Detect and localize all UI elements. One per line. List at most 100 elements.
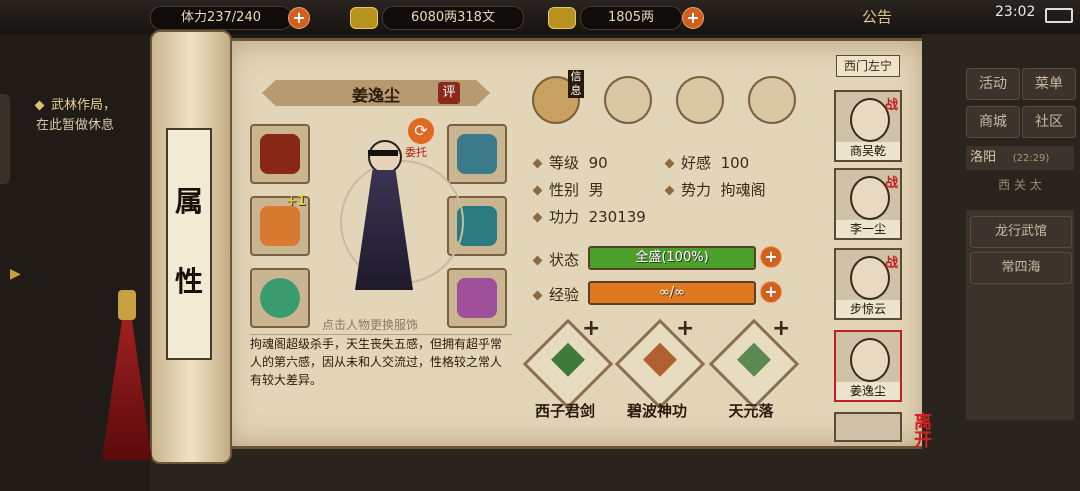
battery-icon xyxy=(1045,8,1073,23)
equip-slot-ring[interactable] xyxy=(250,268,310,328)
skill-2-add-icon[interactable]: + xyxy=(676,316,694,341)
skill-2-name: 碧波神功 xyxy=(626,402,687,420)
bullet-icon xyxy=(664,185,675,196)
skill-1-name: 西子君剑 xyxy=(534,402,595,420)
right-panel: 活动 菜单 商城 社区 洛阳 (22:29) 西 关 太 龙行武馆 常四海 xyxy=(922,34,1080,491)
stamina-display: 体力237/240 xyxy=(150,6,292,30)
skill-1-add-icon[interactable]: + xyxy=(582,316,600,341)
announcement-button[interactable]: 公告 xyxy=(862,6,892,27)
party-member-name: 姜逸尘 xyxy=(836,382,900,400)
battle-badge: 战 xyxy=(884,176,898,191)
character-head[interactable] xyxy=(368,140,402,174)
manual-icon xyxy=(737,342,771,377)
location-display: 洛阳 (22:29) xyxy=(966,146,1074,170)
affinity-value: 100 xyxy=(720,154,750,172)
state-label-row: 状态 xyxy=(532,249,579,270)
clock: 23:02 xyxy=(995,4,1036,20)
change-outfit-hint: 点击人物更换服饰 xyxy=(322,318,419,332)
expand-arrow-icon[interactable]: ▶ xyxy=(10,266,21,282)
equip-slot-accessory[interactable] xyxy=(447,268,507,328)
add-exp-button[interactable]: + xyxy=(760,281,782,303)
avatar xyxy=(850,338,890,382)
bullet-icon xyxy=(532,212,543,223)
entrust-icon[interactable]: ⟳ xyxy=(408,118,434,144)
location-name: 洛阳 xyxy=(970,150,997,165)
leave-button[interactable]: 离开 xyxy=(908,412,934,448)
add-stamina-button[interactable]: + xyxy=(288,7,310,29)
faction-row: 势力 拘魂阁 xyxy=(664,179,766,200)
notice-line-1: 武林作局， xyxy=(34,94,116,113)
affinity-row: 好感 100 xyxy=(664,152,750,173)
add-silver-button[interactable]: + xyxy=(682,7,704,29)
character-description: 拘魂阁超级杀手，天生丧失五感，但拥有超乎常人的第六感，因从未和人交流过，性格较之… xyxy=(250,334,512,395)
places-list: 龙行武馆 常四海 xyxy=(966,210,1074,420)
gender-value: 男 xyxy=(588,181,604,199)
shop-button[interactable]: 商城 xyxy=(966,106,1020,138)
bottom-bar xyxy=(150,446,930,491)
community-button[interactable]: 社区 xyxy=(1022,106,1076,138)
bullet-icon xyxy=(664,158,675,169)
top-bar: 体力237/240 + 6080两318文 1805两 + 公告 23:02 xyxy=(0,0,1080,34)
copper-icon xyxy=(350,7,378,29)
notice-line-2: 在此暂做休息 xyxy=(36,118,115,133)
equip-slot-helmet[interactable] xyxy=(447,124,507,184)
skill-3-add-icon[interactable]: + xyxy=(772,316,790,341)
gender-row: 性别 男 xyxy=(532,179,604,200)
place-item-2[interactable]: 常四海 xyxy=(970,252,1072,284)
bullet-icon xyxy=(532,158,543,169)
party-member-5[interactable] xyxy=(834,412,902,442)
party-member-name: 步惊云 xyxy=(836,300,900,318)
bullet-icon xyxy=(532,185,543,196)
scroll-title-char-1: 属 xyxy=(174,185,203,218)
place-item-1[interactable]: 龙行武馆 xyxy=(970,216,1072,248)
power-row: 功力 230139 xyxy=(532,206,646,227)
party-member-3[interactable]: 战 步惊云 xyxy=(834,248,902,320)
scroll-tab-icon[interactable] xyxy=(604,76,652,124)
blindfold-icon xyxy=(368,150,398,156)
party-member-2[interactable]: 战 李一尘 xyxy=(834,168,902,240)
left-drawer-tab[interactable] xyxy=(0,94,10,184)
region-tabs[interactable]: 西 关 太 xyxy=(966,176,1074,196)
silver-icon xyxy=(548,7,576,29)
level-row: 等级 90 xyxy=(532,152,608,173)
state-value: 全盛(100%) xyxy=(635,250,709,265)
faction-value: 拘魂阁 xyxy=(720,181,766,199)
entrust-label: 委托 xyxy=(405,146,427,159)
exp-bar: ∞/∞ xyxy=(588,281,756,305)
meridian-tab-icon[interactable] xyxy=(748,76,796,124)
location-time: (22:29) xyxy=(1012,153,1050,164)
scroll-title-panel: 属 性 xyxy=(166,128,212,360)
party-member-4[interactable]: 姜逸尘 xyxy=(834,330,902,402)
equip-slot-weapon[interactable]: +1 xyxy=(250,194,310,256)
exp-value: ∞/∞ xyxy=(658,285,686,300)
equip-slot-weapon-wrap[interactable] xyxy=(250,124,310,184)
wrist-guard-icon xyxy=(260,134,300,174)
bagua-tab-icon[interactable] xyxy=(676,76,724,124)
review-button[interactable]: 评 xyxy=(438,82,460,104)
manual-icon xyxy=(551,342,585,377)
dagger-icon xyxy=(260,206,300,246)
battle-badge: 战 xyxy=(884,98,898,113)
state-bar: 全盛(100%) xyxy=(588,246,756,270)
tassel-bead xyxy=(118,290,136,320)
party-member-1[interactable]: 战 商吴乾 xyxy=(834,90,902,162)
helmet-icon xyxy=(457,134,497,174)
scroll-title-char-2: 性 xyxy=(174,265,203,298)
bullet-icon xyxy=(532,255,543,266)
party-member-name: 商吴乾 xyxy=(836,142,900,160)
battle-badge: 战 xyxy=(884,256,898,271)
restore-state-button[interactable]: + xyxy=(760,246,782,268)
pendant-icon xyxy=(457,278,497,318)
level-value: 90 xyxy=(588,154,608,172)
skill-3-name: 天元落 xyxy=(728,402,774,420)
party-member-name: 李一尘 xyxy=(836,220,900,238)
power-value: 230139 xyxy=(588,208,646,226)
info-tab-label: 信息 xyxy=(568,70,584,98)
bullet-icon xyxy=(532,290,543,301)
upgrade-level: +1 xyxy=(286,194,306,209)
jade-ring-icon xyxy=(260,278,300,318)
manual-icon xyxy=(643,342,677,377)
bullet-icon xyxy=(34,100,45,111)
menu-button[interactable]: 菜单 xyxy=(1022,68,1076,100)
activity-button[interactable]: 活动 xyxy=(966,68,1020,100)
